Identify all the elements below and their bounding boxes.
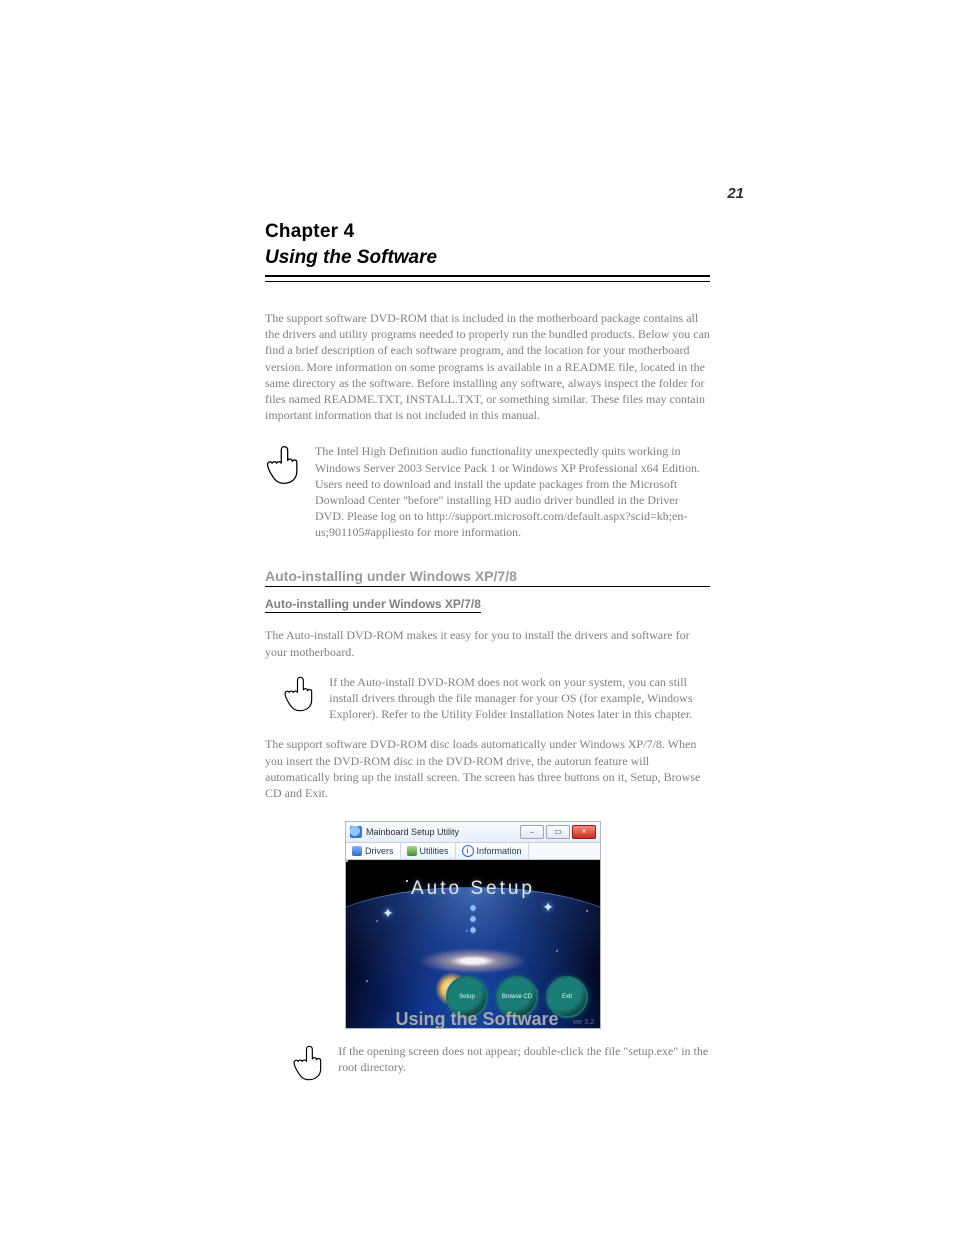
utilities-icon [407, 846, 417, 856]
tab-drivers[interactable]: Drivers [346, 843, 401, 859]
chapter-title: Using the Software [265, 247, 710, 269]
drivers-icon [352, 846, 362, 856]
pointing-hand-icon [265, 443, 303, 487]
note-text-audio: The Intel High Definition audio function… [315, 443, 710, 540]
intro-paragraph: The support software DVD-ROM that is inc… [265, 310, 710, 423]
tabs-row: Drivers Utilities i Information [346, 843, 600, 860]
note-row-setup-exe: If the opening screen does not appear; d… [265, 1043, 710, 1083]
tab-utilities[interactable]: Utilities [401, 843, 456, 859]
app-icon [350, 826, 362, 838]
run-paragraph: The support software DVD-ROM disc loads … [265, 736, 710, 801]
footer-title: Using the Software [0, 1009, 954, 1030]
tab-information[interactable]: i Information [456, 843, 529, 859]
sparkle-icon: ✦ [382, 906, 394, 923]
window-controls: – ▭ × [520, 825, 596, 839]
tab-label: Utilities [420, 846, 449, 856]
lens-flare [418, 948, 528, 974]
section-title-autoinstall: Auto-installing under Windows XP/7/8 [265, 568, 710, 587]
center-orbs [470, 904, 476, 934]
minimize-button[interactable]: – [520, 825, 544, 839]
content-column: Chapter 4 Using the Software The support… [265, 221, 710, 1083]
note-row-manual-install: If the Auto-install DVD-ROM does not wor… [265, 674, 710, 723]
close-button[interactable]: × [572, 825, 596, 839]
double-rule [265, 275, 710, 282]
subsection-autoinstall: Auto-installing under Windows XP/7/8 [265, 597, 481, 613]
installer-canvas: Auto Setup ✦ ✦ Setup Browse CD Exit ver … [346, 860, 600, 1028]
page: 21 Chapter 4 Using the Software The supp… [0, 0, 954, 1235]
pointing-hand-icon [292, 1043, 326, 1083]
note-row-audio: The Intel High Definition audio function… [265, 443, 710, 540]
page-number: 21 [727, 185, 744, 202]
auto-setup-headline: Auto Setup [346, 878, 600, 900]
window-title: Mainboard Setup Utility [366, 827, 516, 837]
tab-label: Information [477, 846, 522, 856]
information-icon: i [462, 845, 474, 857]
chapter-label: Chapter 4 [265, 221, 710, 243]
window-titlebar: Mainboard Setup Utility – ▭ × [346, 822, 600, 843]
autoinstall-body: The Auto-install DVD-ROM makes it easy f… [265, 627, 710, 659]
pointing-hand-icon [283, 674, 317, 714]
maximize-button[interactable]: ▭ [546, 825, 570, 839]
installer-window: Mainboard Setup Utility – ▭ × Drivers Ut… [345, 821, 601, 1029]
note-text-setup-exe: If the opening screen does not appear; d… [338, 1043, 710, 1075]
tab-label: Drivers [365, 846, 394, 856]
sparkle-icon: ✦ [542, 900, 554, 917]
note-text-manual-install: If the Auto-install DVD-ROM does not wor… [329, 674, 710, 723]
